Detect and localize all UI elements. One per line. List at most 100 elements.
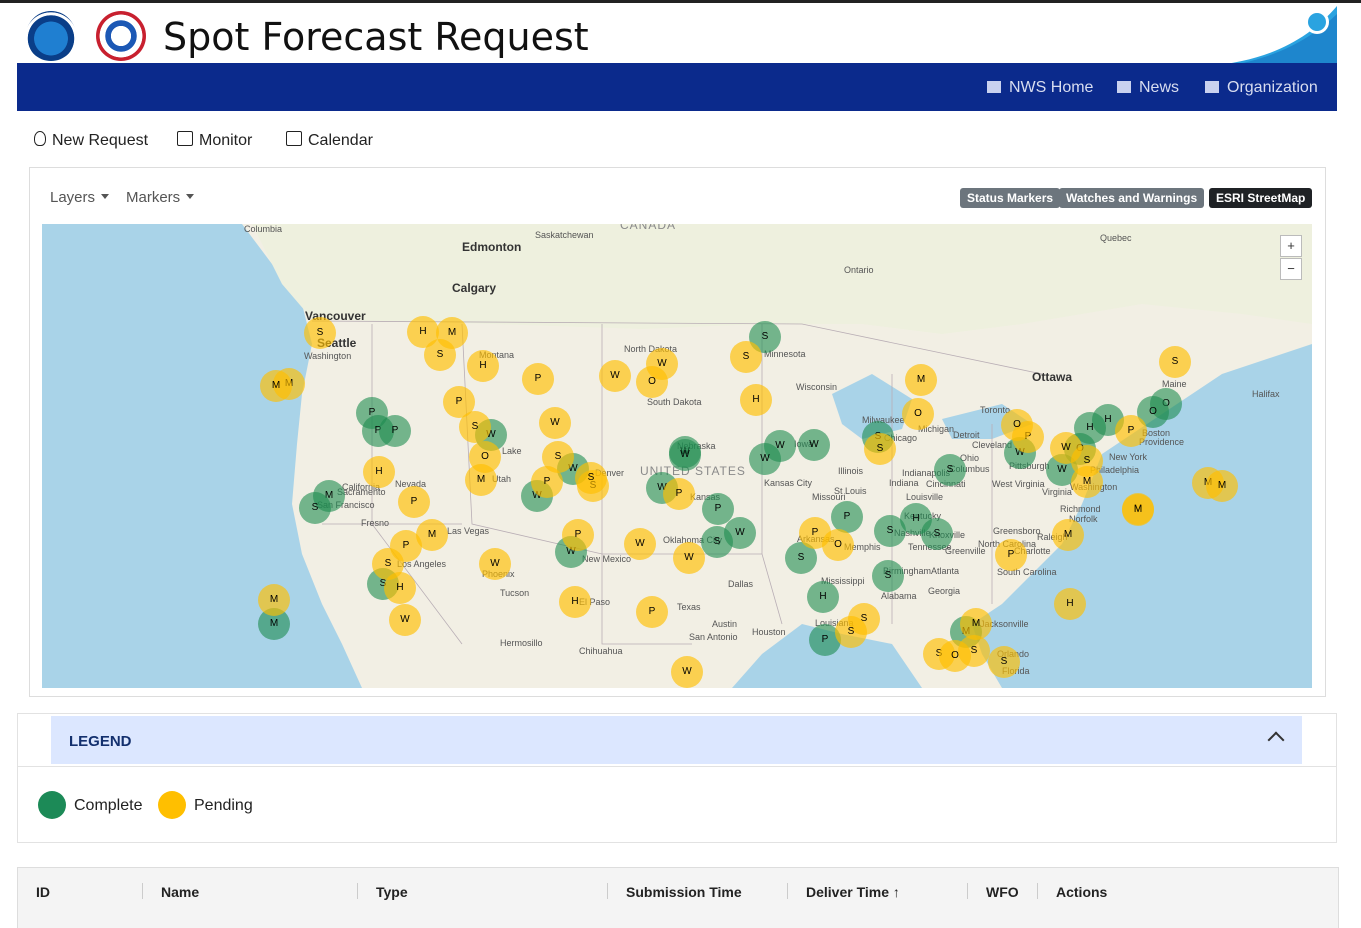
pending-marker[interactable]: H <box>467 350 499 382</box>
col-submission-time[interactable]: Submission Time <box>626 884 742 900</box>
pending-marker[interactable]: M <box>960 608 992 640</box>
complete-marker[interactable]: P <box>379 415 411 447</box>
complete-marker[interactable]: S <box>299 492 331 524</box>
noaa-logo[interactable] <box>26 11 76 61</box>
subnav-new-request[interactable]: New Request <box>34 131 148 150</box>
pending-marker[interactable]: S <box>424 339 456 371</box>
pending-marker[interactable]: M <box>1206 470 1238 502</box>
pending-marker[interactable]: O <box>636 366 668 398</box>
map-city-label: Wisconsin <box>796 382 838 392</box>
pending-marker[interactable]: S <box>459 411 491 443</box>
pending-marker[interactable]: W <box>599 360 631 392</box>
pending-marker[interactable]: O <box>902 398 934 430</box>
pending-marker[interactable]: P <box>562 519 594 551</box>
pending-marker[interactable]: P <box>522 363 554 395</box>
pending-marker[interactable]: P <box>636 596 668 628</box>
pending-marker[interactable]: S <box>372 548 404 580</box>
pending-marker[interactable]: M <box>905 364 937 396</box>
complete-marker[interactable]: H <box>807 581 839 613</box>
map-city-label: Georgia <box>928 586 961 596</box>
pending-marker[interactable]: P <box>398 486 430 518</box>
zoom-in-button[interactable]: + <box>1280 235 1302 257</box>
chevron-up-icon[interactable] <box>1267 731 1285 749</box>
nws-logo[interactable] <box>96 11 146 61</box>
complete-marker[interactable]: S <box>934 454 966 486</box>
nav-nws-home[interactable]: NWS Home <box>987 79 1093 97</box>
pending-marker[interactable]: H <box>740 384 772 416</box>
pending-marker[interactable]: M <box>1122 494 1154 526</box>
pending-marker[interactable]: M <box>465 464 497 496</box>
map-city-label: West Virginia <box>992 479 1045 489</box>
col-actions[interactable]: Actions <box>1056 884 1107 900</box>
pending-marker[interactable]: S <box>864 433 896 465</box>
map-city-label: South Dakota <box>647 397 702 407</box>
pending-marker[interactable]: W <box>673 542 705 574</box>
pending-marker[interactable]: S <box>988 646 1020 678</box>
map-city-label: Columbia <box>244 224 283 234</box>
subnav-label: Monitor <box>199 132 253 149</box>
col-type[interactable]: Type <box>376 884 408 900</box>
pending-marker[interactable]: S <box>835 616 867 648</box>
pending-marker[interactable]: M <box>258 584 290 616</box>
map-city-label: Illinois <box>838 466 864 476</box>
complete-marker[interactable]: W <box>669 439 701 471</box>
pending-marker[interactable]: P <box>1115 415 1147 447</box>
pending-marker[interactable]: S <box>575 462 607 494</box>
col-deliver-time[interactable]: Deliver Time ↑ <box>806 884 900 900</box>
subnav-monitor[interactable]: Monitor <box>177 131 252 150</box>
watches-warnings-toggle[interactable]: Watches and Warnings <box>1059 188 1205 208</box>
pending-marker[interactable]: S <box>304 317 336 349</box>
complete-marker[interactable]: W <box>749 443 781 475</box>
subnav-calendar[interactable]: Calendar <box>286 131 373 150</box>
nav-organization[interactable]: Organization <box>1205 79 1318 97</box>
map-city-label: Detroit <box>953 430 980 440</box>
col-id[interactable]: ID <box>36 884 50 900</box>
pending-marker[interactable]: W <box>389 604 421 636</box>
markers-dropdown[interactable]: Markers <box>126 189 195 206</box>
map-city-label: Lake <box>502 446 522 456</box>
pending-marker[interactable]: W <box>671 656 703 688</box>
esri-streetmap-toggle[interactable]: ESRI StreetMap <box>1209 188 1313 208</box>
pending-marker[interactable]: W <box>479 548 511 580</box>
pending-marker[interactable]: H <box>363 456 395 488</box>
top-navbar: NWS Home News Organization <box>17 63 1337 111</box>
pending-marker[interactable]: H <box>559 586 591 618</box>
pending-marker[interactable]: O <box>1001 409 1033 441</box>
zoom-out-button[interactable]: − <box>1280 258 1302 280</box>
pending-marker[interactable]: S <box>1071 445 1103 477</box>
nav-news[interactable]: News <box>1117 79 1179 97</box>
map-city-label: Texas <box>677 602 701 612</box>
legend-header[interactable]: LEGEND <box>51 716 1302 764</box>
pending-marker[interactable]: S <box>730 341 762 373</box>
pending-marker[interactable]: M <box>260 370 292 402</box>
map-canvas[interactable]: CANADA UNITED STATES Edmonton Calgary Vancou… <box>42 224 1312 688</box>
pending-marker[interactable]: W <box>539 407 571 439</box>
map-city-label: Atlanta <box>931 566 960 576</box>
complete-marker[interactable]: W <box>798 429 830 461</box>
pending-marker[interactable]: M <box>416 519 448 551</box>
pending-marker[interactable]: M <box>1052 519 1084 551</box>
pending-marker[interactable]: P <box>663 478 695 510</box>
col-wfo[interactable]: WFO <box>986 884 1019 900</box>
map-city-label: Houston <box>752 627 786 637</box>
col-name[interactable]: Name <box>161 884 199 900</box>
pending-marker[interactable]: H <box>1054 588 1086 620</box>
map-city-label: Tucson <box>500 588 530 598</box>
pending-marker[interactable]: P <box>799 517 831 549</box>
building-icon <box>1205 81 1219 93</box>
pending-marker[interactable]: W <box>624 528 656 560</box>
pending-marker[interactable]: P <box>995 539 1027 571</box>
pending-marker[interactable]: S <box>1159 346 1191 378</box>
status-markers-toggle[interactable]: Status Markers <box>960 188 1061 208</box>
map-city-label: New York <box>1109 452 1148 462</box>
map-city-label: San Antonio <box>689 632 738 642</box>
complete-marker[interactable]: W <box>724 517 756 549</box>
site-header: Spot Forecast Request <box>0 3 1361 66</box>
complete-marker[interactable]: S <box>872 560 904 592</box>
layers-dropdown[interactable]: Layers <box>50 189 110 206</box>
map-city-label: Austin <box>712 619 738 629</box>
pending-marker[interactable]: S <box>542 441 574 473</box>
complete-marker[interactable]: S <box>921 518 953 550</box>
map-city-label: Quebec <box>1100 233 1132 243</box>
legend-divider <box>17 766 1337 767</box>
